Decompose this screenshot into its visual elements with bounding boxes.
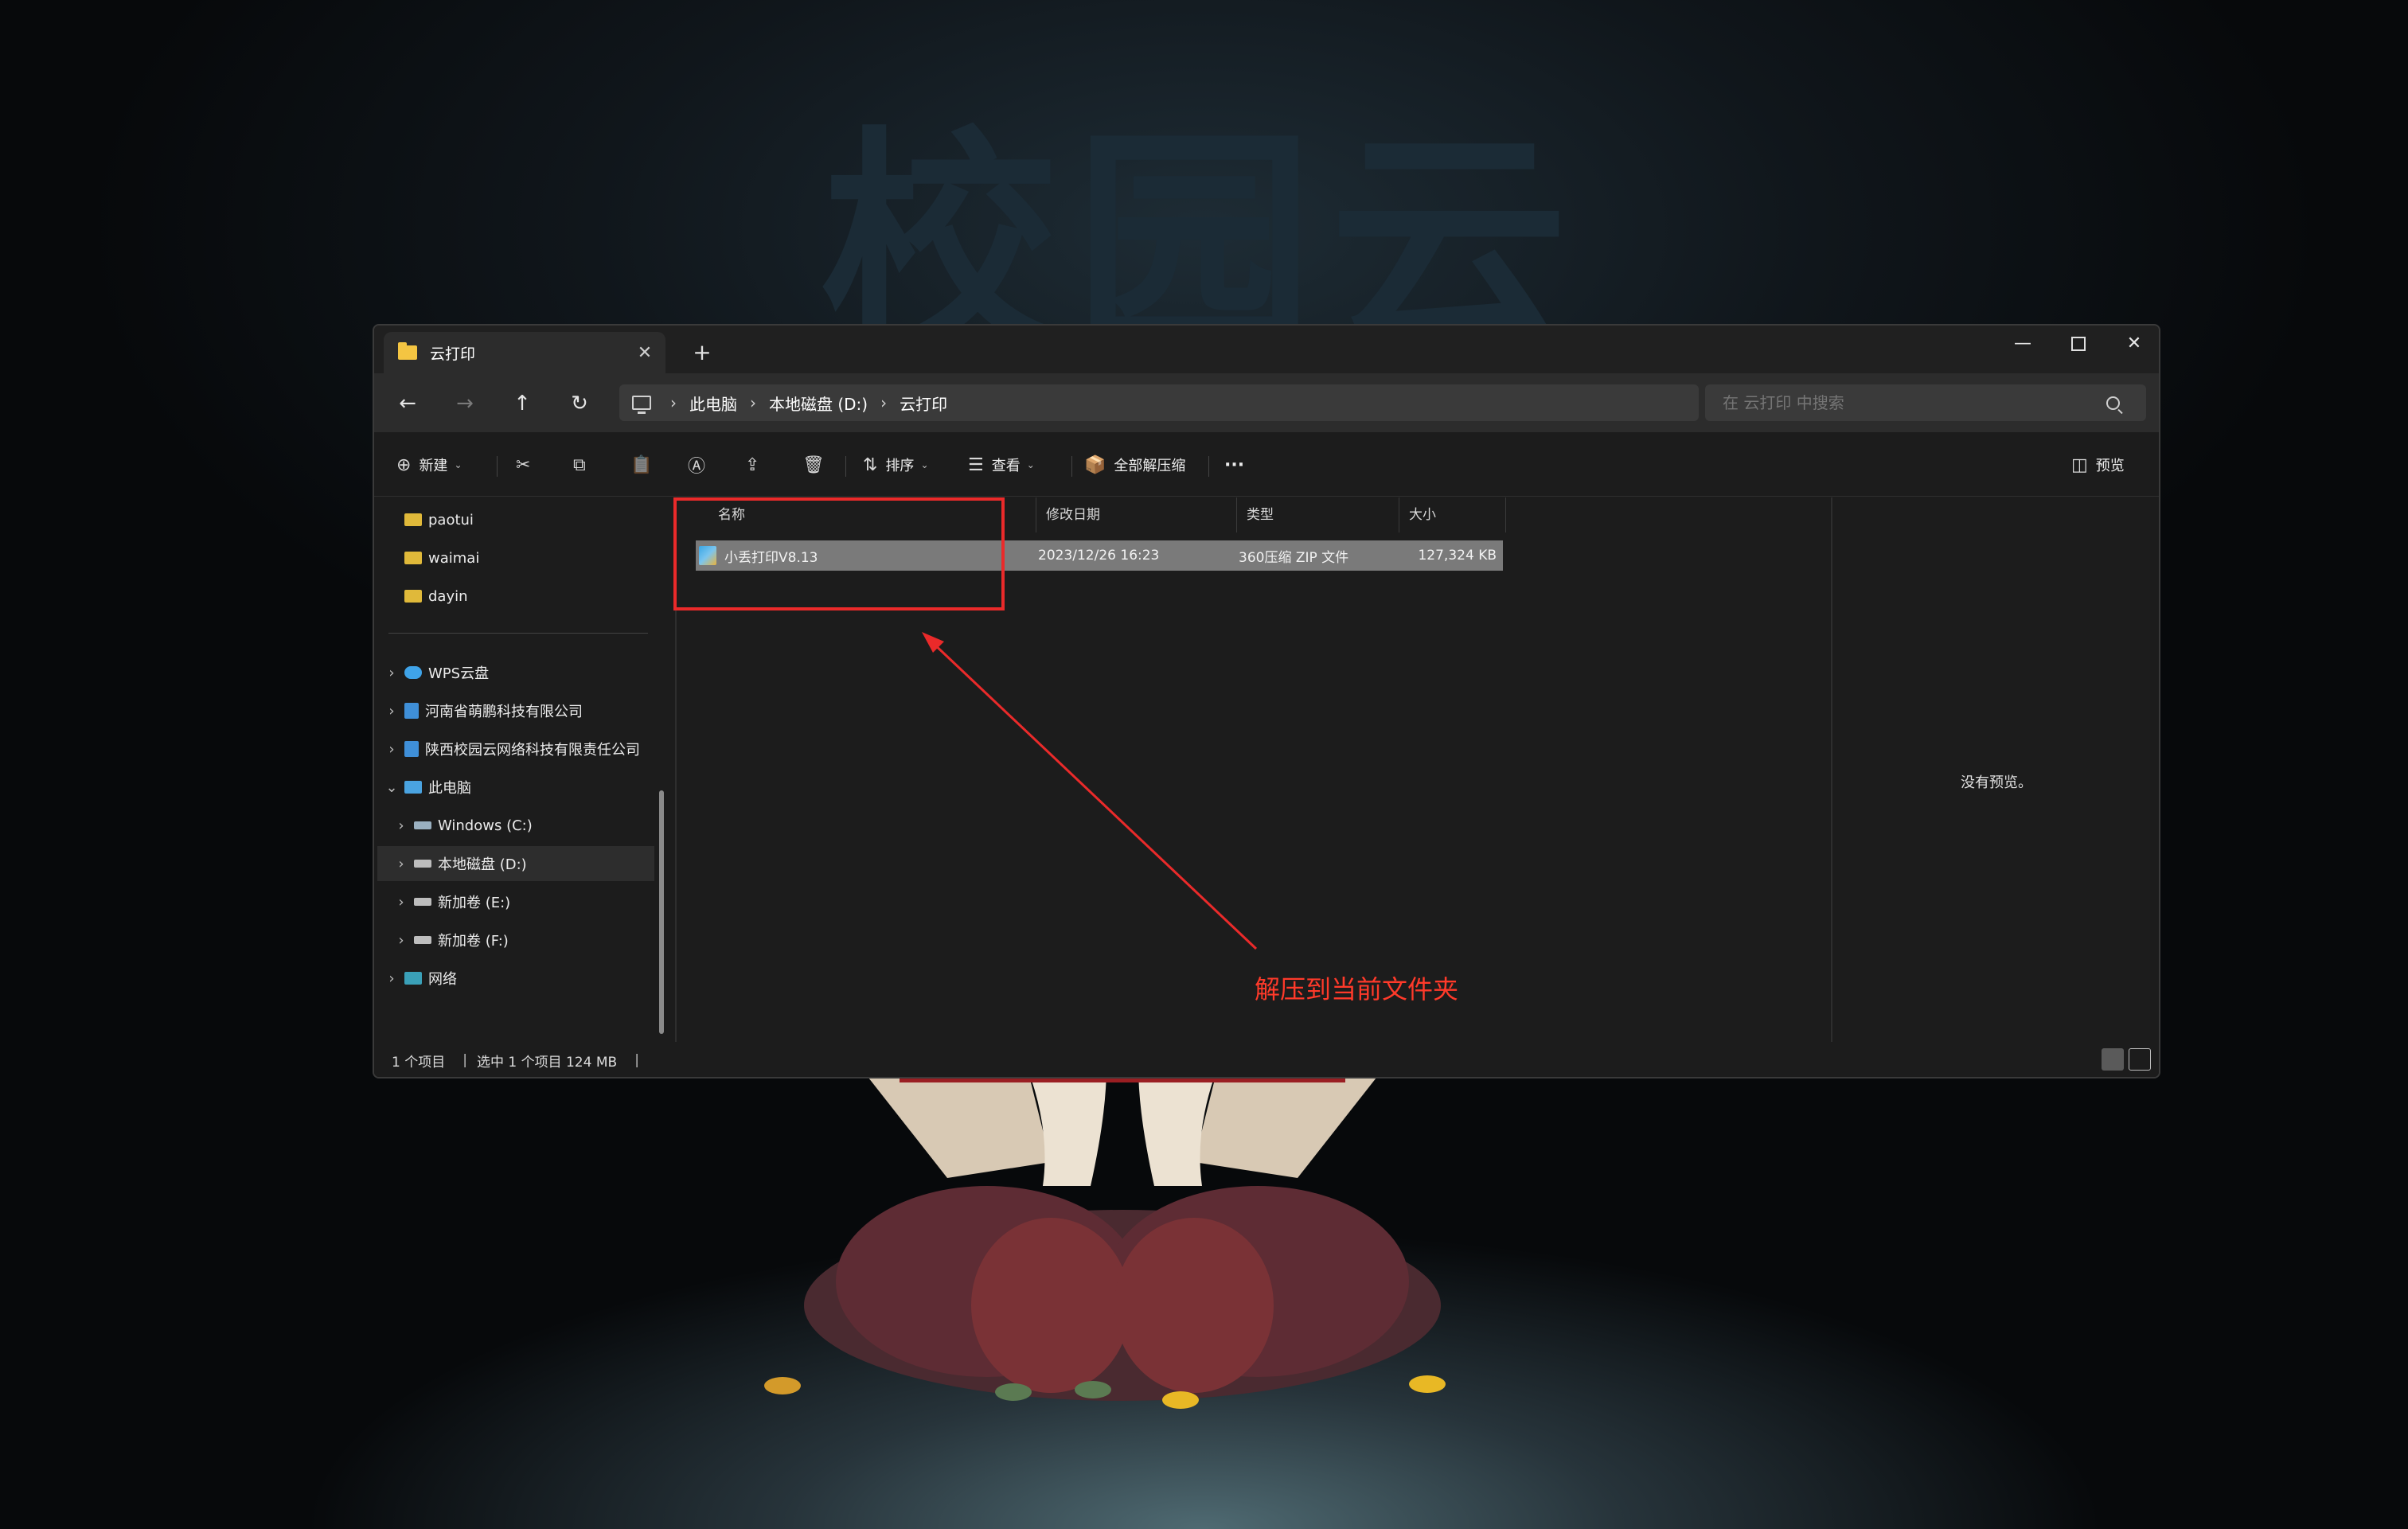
annotation-arrow [922, 632, 1258, 950]
annotation-text: 解压到当前文件夹 [1255, 974, 1459, 1004]
